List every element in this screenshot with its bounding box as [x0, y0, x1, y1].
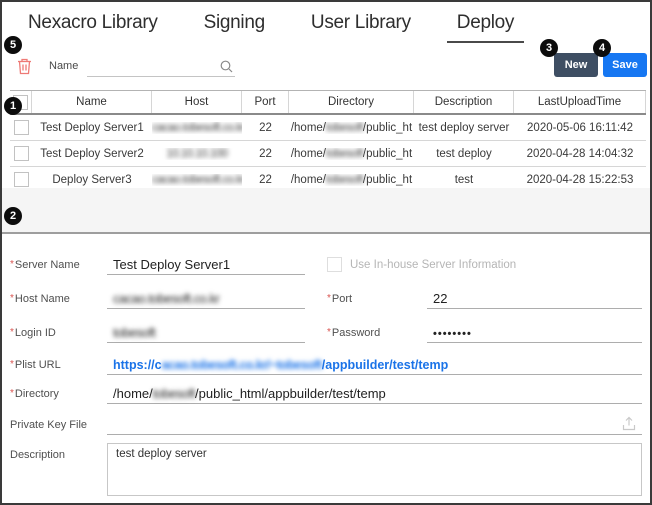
- cell-host: cacao.tobesoft.co.kr: [152, 174, 242, 186]
- cell-port: 22: [242, 122, 289, 134]
- plist-url-input[interactable]: https://cacao.tobesoft.co.kr/~tobesoft/a…: [107, 354, 642, 375]
- upload-icon[interactable]: [622, 416, 636, 431]
- tab-signing[interactable]: Signing: [194, 8, 275, 43]
- col-directory[interactable]: Directory: [289, 91, 414, 113]
- cell-directory: /home/tobesoft/public_ht: [289, 174, 414, 186]
- directory-input[interactable]: /home/tobesoft/public_html/appbuilder/te…: [107, 383, 642, 404]
- row-checkbox[interactable]: [14, 120, 29, 135]
- port-input[interactable]: [433, 291, 642, 306]
- table-row[interactable]: Test Deploy Server1 cacao.tobesoft.co.kr…: [10, 115, 646, 141]
- search-name-label: Name: [49, 60, 78, 72]
- cell-host: 10.10.10.100: [152, 148, 242, 160]
- description-textarea[interactable]: test deploy server: [107, 443, 642, 496]
- server-name-field: [107, 254, 305, 275]
- cell-directory: /home/tobesoft/public_ht: [289, 122, 414, 134]
- col-host[interactable]: Host: [152, 91, 242, 113]
- deploy-window: Nexacro Library Signing User Library Dep…: [0, 0, 652, 505]
- server-name-input[interactable]: [113, 257, 305, 272]
- tab-user-library[interactable]: User Library: [301, 8, 421, 43]
- cell-directory: /home/tobesoft/public_ht: [289, 148, 414, 160]
- directory-label: *Directory: [10, 388, 107, 404]
- row-checkbox[interactable]: [14, 146, 29, 161]
- search-field-wrap: [87, 54, 235, 77]
- col-lastuploadtime[interactable]: LastUploadTime: [514, 91, 646, 113]
- tab-nexacro-library[interactable]: Nexacro Library: [18, 8, 168, 43]
- new-button[interactable]: New: [554, 53, 598, 77]
- port-label: *Port: [327, 293, 427, 309]
- annotation-badge-5: 5: [4, 36, 22, 54]
- save-button[interactable]: Save: [603, 53, 647, 77]
- use-inhouse-checkbox[interactable]: [327, 257, 342, 272]
- cell-name: Test Deploy Server1: [32, 122, 152, 134]
- login-id-input[interactable]: tobesoft: [107, 322, 305, 343]
- col-name[interactable]: Name: [32, 91, 152, 113]
- annotation-badge-4: 4: [593, 39, 611, 57]
- password-input[interactable]: [433, 328, 642, 340]
- host-name-label: *Host Name: [10, 293, 107, 309]
- row-checkbox[interactable]: [14, 172, 29, 187]
- annotation-badge-1: 1: [4, 97, 22, 115]
- description-label: Description: [10, 443, 107, 465]
- host-name-input[interactable]: cacao.tobesoft.co.kr: [107, 288, 305, 309]
- cell-lastuploadtime: 2020-04-28 14:04:32: [514, 148, 646, 160]
- table-row[interactable]: Test Deploy Server2 10.10.10.100 22 /hom…: [10, 141, 646, 167]
- plist-url-label: *Plist URL: [10, 359, 107, 375]
- table-empty-area: [2, 188, 650, 234]
- login-id-label: *Login ID: [10, 327, 107, 343]
- cell-description: test deploy: [414, 148, 514, 160]
- col-port[interactable]: Port: [242, 91, 289, 113]
- cell-lastuploadtime: 2020-05-06 16:11:42: [514, 122, 646, 134]
- table-header-row: Name Host Port Directory Description Las…: [10, 90, 646, 115]
- use-inhouse-label: Use In-house Server Information: [350, 259, 516, 271]
- server-name-label: *Server Name: [10, 259, 107, 275]
- search-input[interactable]: [87, 54, 215, 76]
- password-field: [427, 322, 642, 343]
- annotation-badge-2: 2: [4, 207, 22, 225]
- col-description[interactable]: Description: [414, 91, 514, 113]
- cell-port: 22: [242, 148, 289, 160]
- annotation-badge-3: 3: [540, 39, 558, 57]
- tab-bar: Nexacro Library Signing User Library Dep…: [18, 8, 524, 43]
- deploy-server-table: Name Host Port Directory Description Las…: [10, 90, 646, 193]
- password-label: *Password: [327, 327, 427, 343]
- delete-trash-icon[interactable]: [16, 57, 33, 75]
- private-key-file-input[interactable]: [107, 414, 642, 435]
- cell-name: Test Deploy Server2: [32, 148, 152, 160]
- cell-name: Deploy Server3: [32, 174, 152, 186]
- cell-port: 22: [242, 174, 289, 186]
- use-inhouse-wrap: Use In-house Server Information: [327, 257, 642, 275]
- cell-host: cacao.tobesoft.co.kr: [152, 122, 242, 134]
- search-icon[interactable]: [220, 60, 233, 73]
- cell-description: test deploy server: [414, 122, 514, 134]
- tab-deploy[interactable]: Deploy: [447, 8, 524, 43]
- private-key-file-label: Private Key File: [10, 419, 107, 435]
- cell-description: test: [414, 174, 514, 186]
- cell-lastuploadtime: 2020-04-28 15:22:53: [514, 174, 646, 186]
- port-field: [427, 288, 642, 309]
